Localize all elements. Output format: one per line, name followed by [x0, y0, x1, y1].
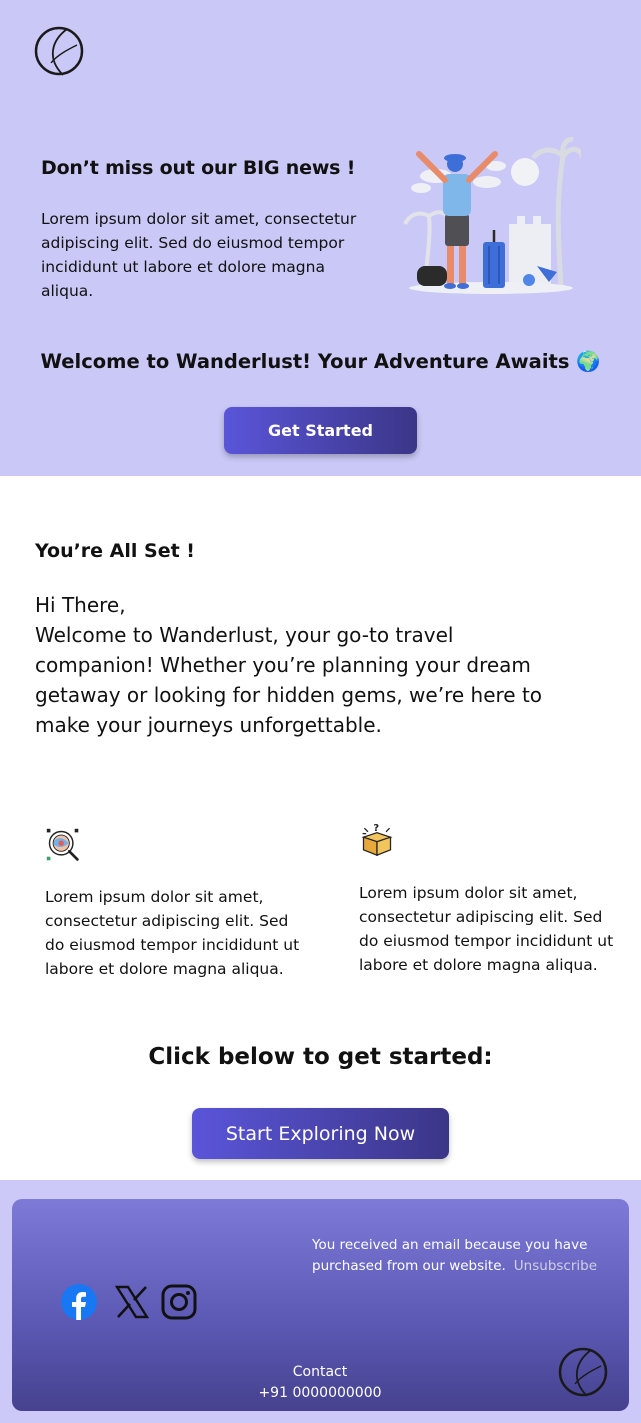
- feature-card: ? Lorem ipsum dolor sit amet, consectetu…: [359, 821, 621, 977]
- mystery-box-icon: ?: [359, 821, 399, 861]
- welcome-message: Hi There, Welcome to Wanderlust, your go…: [35, 590, 575, 740]
- feature-text: Lorem ipsum dolor sit amet, consectetur …: [45, 888, 300, 978]
- facebook-link[interactable]: [61, 1284, 97, 1320]
- contact-label: Contact: [292, 1364, 348, 1380]
- explore-map-icon: [45, 827, 85, 867]
- unsubscribe-link[interactable]: Unsubscribe: [514, 1258, 597, 1274]
- feature-card: Lorem ipsum dolor sit amet, consectetur …: [45, 827, 307, 981]
- welcome-headline: Welcome to Wanderlust! Your Adventure Aw…: [40, 350, 601, 373]
- contact-phone[interactable]: +91 0000000000: [220, 1383, 420, 1404]
- facebook-icon: [61, 1284, 97, 1320]
- svg-text:?: ?: [373, 823, 379, 834]
- feature-text: Lorem ipsum dolor sit amet, consectetur …: [359, 884, 614, 974]
- hero-text: Lorem ipsum dolor sit amet, consectetur …: [41, 210, 357, 300]
- brand-logo[interactable]: [33, 25, 85, 77]
- traveler-illustration: [401, 136, 586, 296]
- brand-logo-icon: [34, 26, 84, 76]
- hero-title: Don’t miss out our BIG news !: [41, 157, 356, 179]
- instagram-icon: [161, 1284, 197, 1320]
- get-started-button[interactable]: Get Started: [224, 407, 417, 454]
- welcome-body: Welcome to Wanderlust, your go-to travel…: [35, 623, 543, 737]
- contact-block: Contact +91 0000000000: [220, 1362, 420, 1404]
- brand-logo-icon: [558, 1347, 608, 1397]
- x-icon: [114, 1285, 150, 1319]
- x-link[interactable]: [114, 1284, 150, 1320]
- start-exploring-button[interactable]: Start Exploring Now: [192, 1108, 449, 1159]
- all-set-title: You’re All Set !: [35, 540, 195, 562]
- instagram-link[interactable]: [161, 1284, 197, 1320]
- cta-heading: Click below to get started:: [148, 1044, 493, 1070]
- footer-brand-logo[interactable]: [557, 1346, 609, 1398]
- footer-note: You received an email because you have p…: [312, 1235, 622, 1277]
- greeting-line: Hi There,: [35, 593, 126, 617]
